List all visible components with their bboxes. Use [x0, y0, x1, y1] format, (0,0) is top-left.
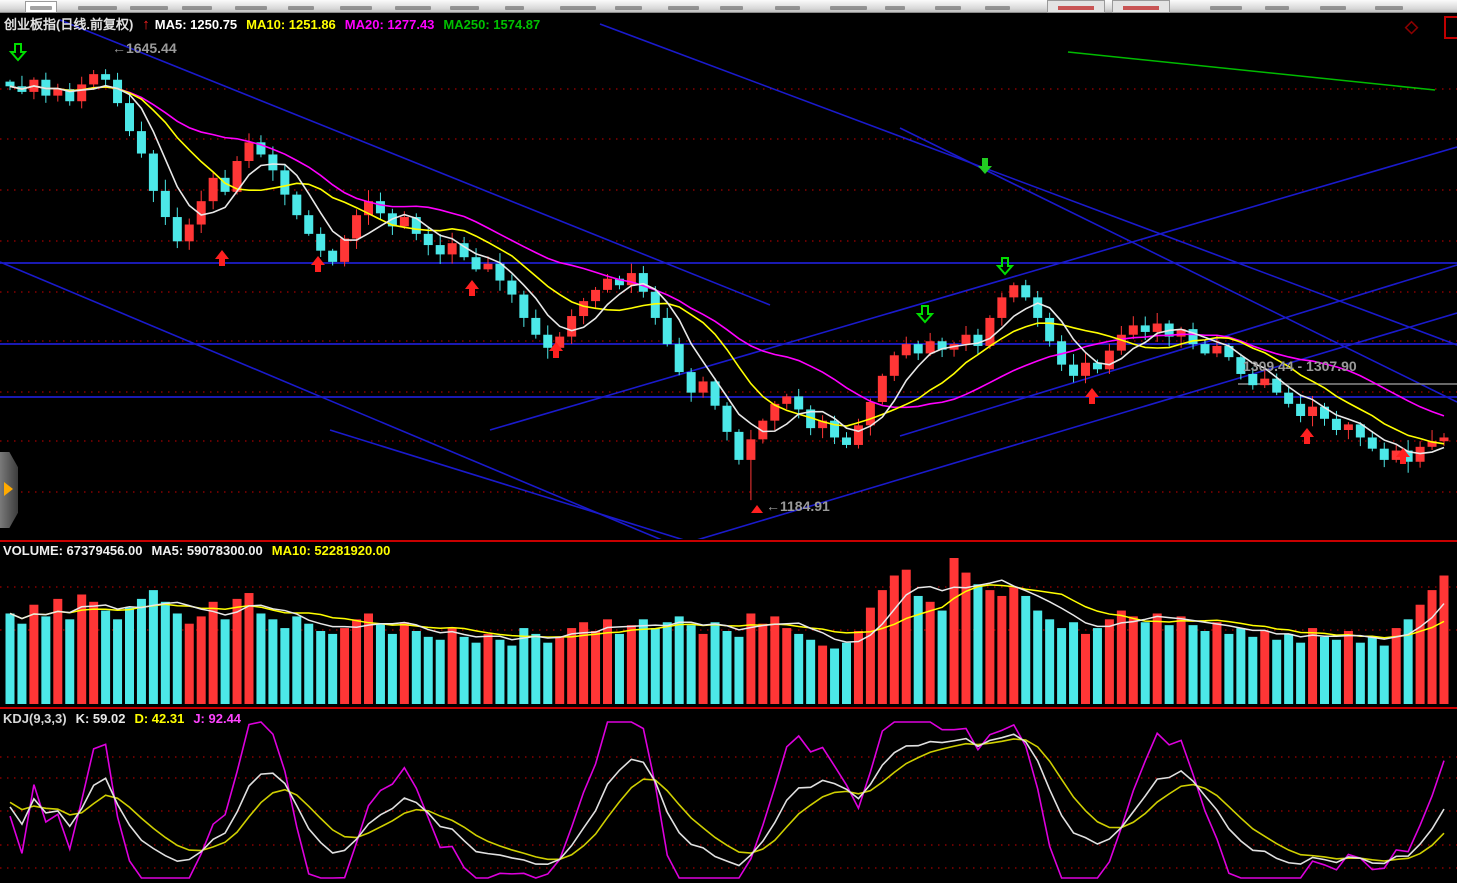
trend-up-arrow-icon: ↑: [142, 16, 150, 33]
kdj-j-label: J: 92.44: [193, 711, 241, 726]
high-price-label: ←1645.44: [112, 40, 177, 56]
stock-title: 创业板指(日线.前复权): [4, 17, 133, 32]
kdj-k-label: K: 59.02: [76, 711, 126, 726]
volume-header: VOLUME: 67379456.00 MA5: 59078300.00 MA10:…: [3, 543, 399, 558]
ma20-label: MA20: 1277.43: [345, 17, 435, 32]
corner-red-box-icon[interactable]: [1444, 16, 1457, 39]
sidebar-expand-tab[interactable]: [0, 452, 18, 528]
volume-ma5-label: MA5: 59078300.00: [151, 543, 262, 558]
kdj-label: KDJ(9,3,3): [3, 711, 67, 726]
ma10-label: MA10: 1251.86: [246, 17, 336, 32]
chart-canvas[interactable]: [0, 0, 1457, 883]
volume-ma10-label: MA10: 52281920.00: [272, 543, 391, 558]
expand-arrow-icon: [4, 482, 13, 496]
ma5-label: MA5: 1250.75: [155, 17, 237, 32]
price-range-label: 1309.44 - 1307.90: [1243, 358, 1357, 374]
trading-app-window: 创业板指(日线.前复权) ↑ MA5: 1250.75 MA10: 1251.86 MA…: [0, 0, 1457, 883]
diamond-icon[interactable]: ◇: [1405, 17, 1418, 37]
ma250-label: MA250: 1574.87: [443, 17, 540, 32]
volume-label: VOLUME: 67379456.00: [3, 543, 142, 558]
main-chart-header: 创业板指(日线.前复权) ↑ MA5: 1250.75 MA10: 1251.86 MA…: [4, 14, 549, 33]
kdj-d-label: D: 42.31: [134, 711, 184, 726]
low-price-label: ←1184.91: [766, 498, 830, 514]
kdj-header: KDJ(9,3,3) K: 59.02 D: 42.31 J: 92.44: [3, 711, 250, 726]
